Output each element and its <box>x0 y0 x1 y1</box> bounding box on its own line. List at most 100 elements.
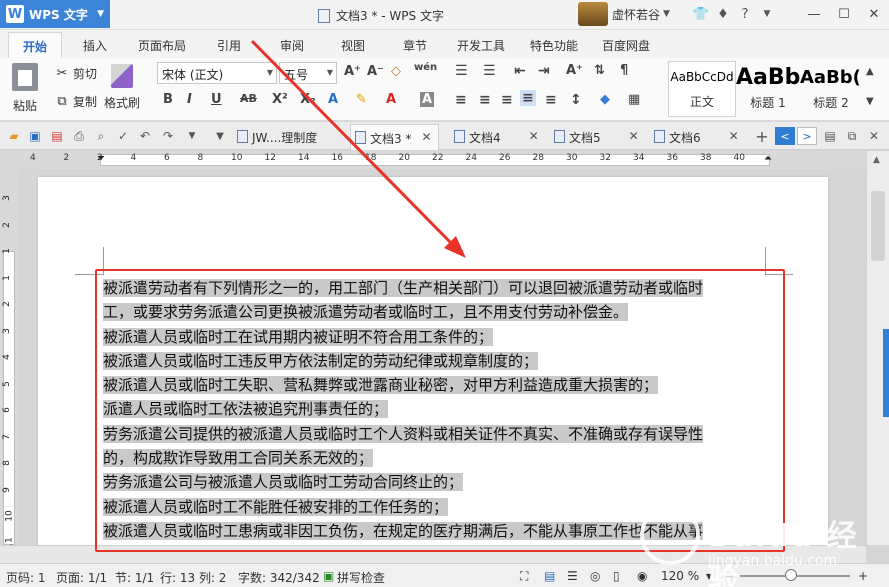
horizontal-ruler[interactable]: 4 2 2 4 6 8 10 12 14 16 18 20 22 24 26 28 30 32 34 36 38 40 ⏷… <box>0 151 866 169</box>
superscript-icon[interactable]: X² <box>272 92 288 107</box>
document-line[interactable]: 劳务派遣公司与被派遣人员或临时工劳动合同终止的； <box>103 470 793 494</box>
phonetic-icon[interactable]: wén <box>414 62 437 73</box>
document-line[interactable]: 的，构成欺诈导致用工合同关系无效的； <box>103 446 793 470</box>
char-shading-icon[interactable]: A <box>420 92 435 107</box>
tab-review[interactable]: 审阅 <box>280 37 304 54</box>
line-spacing-icon[interactable]: ↕ <box>570 92 582 108</box>
tab-references[interactable]: 引用 <box>217 37 241 54</box>
print-preview-icon[interactable]: ⌕ <box>93 128 109 144</box>
web-view-icon[interactable]: ◎ <box>590 569 600 583</box>
highlight-icon[interactable]: ✎ <box>356 92 367 107</box>
scroll-up-icon[interactable]: ▲ <box>866 66 874 77</box>
grow-font-icon[interactable]: A⁺ <box>344 64 361 79</box>
align-center-icon[interactable]: ≡ <box>479 92 491 108</box>
doc-tab[interactable]: 文档6 ✕ <box>650 124 745 150</box>
export-pdf-icon[interactable]: ▤ <box>49 128 65 144</box>
align-right-icon[interactable]: ≡ <box>501 92 513 108</box>
close-icon[interactable]: ✕ <box>529 129 539 150</box>
page-view-icon[interactable]: ▤ <box>544 569 555 583</box>
numbering-icon[interactable]: ☰ <box>483 63 496 79</box>
user-account[interactable]: 虚怀若谷 ▼ <box>578 2 670 26</box>
tab-home[interactable]: 开始 <box>8 32 63 58</box>
outline-view-icon[interactable]: ☰ <box>567 569 578 583</box>
save-icon[interactable]: ▣ <box>27 128 43 144</box>
tab-special-features[interactable]: 特色功能 <box>530 37 578 54</box>
close-icon[interactable]: ✕ <box>729 129 739 150</box>
maximize-icon[interactable]: ☐ <box>829 0 859 28</box>
tab-list-icon[interactable]: ▼ <box>212 128 228 144</box>
app-menu-button[interactable]: W WPS 文字 ▼ <box>0 0 110 28</box>
new-tab-icon[interactable]: + <box>754 127 770 146</box>
document-line[interactable]: 派遣人员或临时工依法被追究刑事责任的； <box>103 397 793 421</box>
spellcheck-icon[interactable]: ✓ <box>115 128 131 144</box>
doc-tab[interactable]: 文档5 ✕ <box>550 124 645 150</box>
font-color-icon[interactable]: A <box>386 92 396 107</box>
restore-icon[interactable]: ⧉ <box>844 128 860 144</box>
print-icon[interactable]: ⎙ <box>71 128 87 144</box>
underline-icon[interactable]: U <box>211 92 222 107</box>
document-line[interactable]: 劳务派遣公司提供的被派遣人员或临时工个人资料或相关证件不真实、不准确或存有误导性 <box>103 422 793 446</box>
vertical-ruler[interactable]: 3 2 1 1 2 3 4 5 6 7 8 9 10 11 <box>0 169 18 548</box>
show-marks-icon[interactable]: ¶ <box>620 63 628 78</box>
bell-icon[interactable]: ♦ <box>712 5 734 23</box>
open-folder-icon[interactable]: ▰ <box>6 128 22 144</box>
shading-icon[interactable]: ◆ <box>600 92 610 107</box>
asian-layout-icon[interactable]: A⁺ <box>566 63 583 78</box>
tab-next-icon[interactable]: > <box>797 127 817 145</box>
fullscreen-icon[interactable]: ⛶ <box>520 569 528 584</box>
close-icon[interactable]: ✕ <box>629 129 639 150</box>
tab-chapter[interactable]: 章节 <box>403 37 427 54</box>
tab-developer[interactable]: 开发工具 <box>457 37 505 54</box>
reading-view-icon[interactable]: ▯ <box>613 569 620 583</box>
doc-tab[interactable]: JW....理制度 <box>233 124 323 150</box>
right-indent-marker-icon[interactable]: ⏶ <box>764 153 772 164</box>
indent-marker-icon[interactable]: ⏷ <box>97 153 105 164</box>
tab-prev-icon[interactable]: < <box>775 127 795 145</box>
close-icon[interactable]: ✕ <box>859 0 889 28</box>
style-heading-2[interactable]: AaBb( 标题 2 <box>800 61 862 117</box>
increase-indent-icon[interactable]: ⇥ <box>538 63 550 79</box>
scroll-down-icon[interactable]: ▼ <box>866 96 874 107</box>
strikethrough-icon[interactable]: AB <box>240 92 257 105</box>
text-effect-icon[interactable]: A <box>328 92 338 107</box>
bullets-icon[interactable]: ☰ <box>455 63 468 79</box>
redo-icon[interactable]: ↷ <box>160 128 176 144</box>
document-body[interactable]: 被派遣劳动者有下列情形之一的，用工部门（生产相关部门）可以退回被派遣劳动者或临时… <box>103 276 793 543</box>
clear-format-icon[interactable]: ◇ <box>391 64 401 79</box>
sort-icon[interactable]: ⇅ <box>594 63 605 78</box>
doc-tab-active[interactable]: 文档3 * ✕ <box>350 124 439 150</box>
subscript-icon[interactable]: X₂ <box>300 92 316 107</box>
help-icon[interactable]: ? <box>734 5 756 23</box>
format-painter-button[interactable]: 格式刷 <box>104 64 140 111</box>
distributed-icon[interactable]: ≡ <box>545 92 557 108</box>
font-size-select[interactable]: 五号 ▼ <box>279 62 337 84</box>
cut-button[interactable]: ✂ 剪切 <box>54 65 97 82</box>
close-icon[interactable]: ✕ <box>421 130 431 150</box>
tabs-menu-icon[interactable]: ▤ <box>822 128 838 144</box>
style-normal[interactable]: AaBbCcDd 正文 <box>668 61 736 117</box>
scrollbar-thumb[interactable] <box>871 191 885 261</box>
bold-icon[interactable]: B <box>163 92 173 107</box>
document-line[interactable]: 工，或要求劳务派遣公司更换被派遣劳动者或临时工，且不用支付劳动补偿金。 <box>103 300 793 324</box>
side-panel-toggle[interactable] <box>883 329 889 417</box>
document-line[interactable]: 被派遣人员或临时工违反甲方依法制定的劳动纪律或规章制度的； <box>103 349 793 373</box>
decrease-indent-icon[interactable]: ⇤ <box>514 63 526 79</box>
document-line[interactable]: 被派遣劳动者有下列情形之一的，用工部门（生产相关部门）可以退回被派遣劳动者或临时 <box>103 276 793 300</box>
minimize-icon[interactable]: — <box>799 0 829 28</box>
tab-view[interactable]: 视图 <box>341 37 365 54</box>
chevron-down-icon[interactable]: ▼ <box>184 128 200 144</box>
tab-baidu-netdisk[interactable]: 百度网盘 <box>602 37 650 54</box>
scroll-up-icon[interactable]: ▲ <box>873 155 880 165</box>
align-left-icon[interactable]: ≡ <box>455 92 467 108</box>
tab-insert[interactable]: 插入 <box>83 37 107 54</box>
document-line[interactable]: 被派遣人员或临时工在试用期内被证明不符合用工条件的； <box>103 325 793 349</box>
borders-icon[interactable]: ▦ <box>628 92 640 107</box>
undo-icon[interactable]: ↶ <box>137 128 153 144</box>
shirt-icon[interactable]: 👕 <box>690 5 712 23</box>
justify-icon[interactable]: ≡ <box>520 90 536 106</box>
vertical-scrollbar[interactable]: ▲ <box>866 151 889 545</box>
font-name-select[interactable]: 宋体 (正文) ▼ <box>157 62 277 84</box>
tab-page-layout[interactable]: 页面布局 <box>138 37 186 54</box>
chevron-down-icon[interactable]: ▼ <box>756 5 778 23</box>
paste-button[interactable]: 粘贴 <box>12 63 38 114</box>
